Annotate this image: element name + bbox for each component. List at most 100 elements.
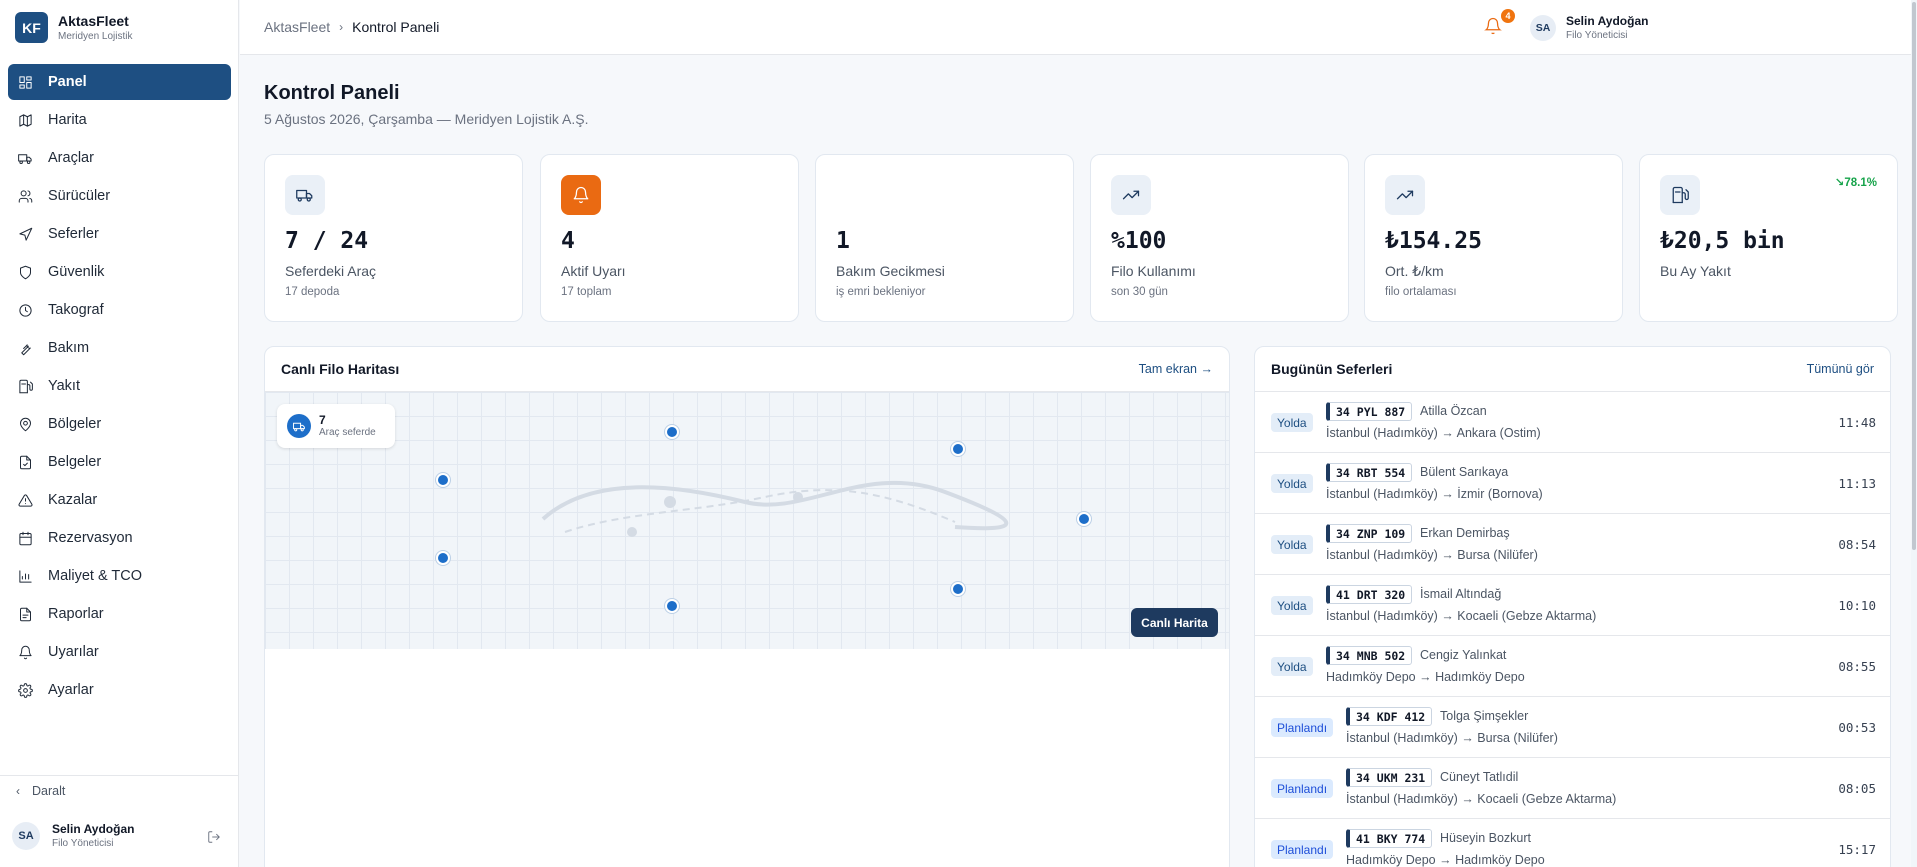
vehicles-on-trip-chip: 7 Araç seferde xyxy=(277,404,395,448)
sidebar-item-label: Rezervasyon xyxy=(48,530,133,546)
stat-card[interactable]: ₺154.25 Ort. ₺/km filo ortalaması xyxy=(1364,154,1623,322)
users-icon xyxy=(17,188,33,204)
trips-panel-title: Bugünün Seferleri xyxy=(1271,361,1393,377)
see-all-link[interactable]: Tümünü gör xyxy=(1807,362,1874,376)
topbar-user-menu[interactable]: SA Selin Aydoğan Filo Yöneticisi xyxy=(1530,14,1648,42)
sidebar-item-kazalar[interactable]: Kazalar xyxy=(8,482,231,518)
breadcrumb-current: Kontrol Paneli xyxy=(352,19,440,35)
sidebar-item-araçlar[interactable]: Araçlar xyxy=(8,140,231,176)
stat-subtext: iş emri bekleniyor xyxy=(836,286,926,298)
vehicles-on-trip-text: 7 Araç seferde xyxy=(319,413,376,439)
trip-driver: Hüseyin Bozkurt xyxy=(1440,831,1532,845)
stat-subtext: 17 toplam xyxy=(561,286,612,298)
vehicle-pin[interactable] xyxy=(436,473,450,487)
breadcrumb-root[interactable]: AktasFleet xyxy=(264,19,330,35)
sidebar-item-label: Maliyet & TCO xyxy=(48,568,143,584)
sidebar-item-maliyet-tco[interactable]: Maliyet & TCO xyxy=(8,558,231,594)
sidebar-item-sürücüler[interactable]: Sürücüler xyxy=(8,178,231,214)
avatar: SA xyxy=(1530,15,1556,41)
trip-row[interactable]: Planlandı 34 KDF 412 Tolga Şimşekler İstanb… xyxy=(1255,697,1890,758)
vehicles-on-trip-count: 7 xyxy=(319,413,326,427)
stat-label: Bakım Gecikmesi xyxy=(836,263,945,279)
trip-row[interactable]: Yolda 41 DRT 320 İsmail Altındağ İstanbul (… xyxy=(1255,575,1890,636)
sidebar-item-harita[interactable]: Harita xyxy=(8,102,231,138)
sidebar-item-label: Panel xyxy=(48,74,87,90)
trip-row[interactable]: Planlandı 41 BKY 774 Hüseyin Bozkurt Hadımk… xyxy=(1255,819,1890,867)
sidebar-item-raporlar[interactable]: Raporlar xyxy=(8,596,231,632)
vehicle-pin[interactable] xyxy=(1077,512,1091,526)
sidebar-item-rezervasyon[interactable]: Rezervasyon xyxy=(8,520,231,556)
dashboard-icon xyxy=(17,74,33,90)
fullscreen-link[interactable]: Tam ekran → xyxy=(1139,362,1213,376)
trip-row[interactable]: Yolda 34 RBT 554 Bülent Sarıkaya İstanbul (… xyxy=(1255,453,1890,514)
vehicles-on-trip-label: Araç seferde xyxy=(319,427,376,438)
brand[interactable]: KF AktasFleet Meridyen Lojistik xyxy=(15,12,132,43)
sidebar-item-label: Kazalar xyxy=(48,492,98,508)
logout-icon[interactable] xyxy=(207,830,221,844)
gear-icon xyxy=(17,682,33,698)
live-map-button[interactable]: Canlı Harita xyxy=(1131,608,1218,637)
sidebar-item-bölgeler[interactable]: Bölgeler xyxy=(8,406,231,442)
sidebar-item-panel[interactable]: Panel xyxy=(8,64,231,100)
chevron-left-icon: ‹ xyxy=(16,784,20,798)
sidebar-item-güvenlik[interactable]: Güvenlik xyxy=(8,254,231,290)
sidebar-item-bakım[interactable]: Bakım xyxy=(8,330,231,366)
trip-time: 10:10 xyxy=(1838,598,1876,613)
alert-triangle-icon xyxy=(17,492,33,508)
stat-trend: ↘78.1% xyxy=(1834,177,1877,189)
notifications-bell-icon[interactable] xyxy=(1484,17,1502,35)
trip-time: 08:54 xyxy=(1838,537,1876,552)
trip-status-badge: Yolda xyxy=(1271,657,1313,676)
trip-driver: Erkan Demirbaş xyxy=(1420,526,1510,540)
stat-card[interactable]: 7 / 24 Seferdeki Araç 17 depoda xyxy=(264,154,523,322)
sidebar-item-seferler[interactable]: Seferler xyxy=(8,216,231,252)
collapse-button[interactable]: ‹ Daralt xyxy=(16,784,65,798)
sidebar-item-ayarlar[interactable]: Ayarlar xyxy=(8,672,231,708)
page-scrollbar-thumb[interactable] xyxy=(1912,2,1916,550)
stat-label: Bu Ay Yakıt xyxy=(1660,263,1731,279)
vehicle-pin[interactable] xyxy=(665,425,679,439)
trip-driver: Cengiz Yalınkat xyxy=(1420,648,1507,662)
trip-row[interactable]: Yolda 34 ZNP 109 Erkan Demirbaş İstanbul (H… xyxy=(1255,514,1890,575)
notification-count-badge: 4 xyxy=(1501,9,1515,23)
trip-row[interactable]: Yolda 34 PYL 887 Atilla Özcan İstanbul (Had… xyxy=(1255,392,1890,453)
map-panel-header: Canlı Filo Haritası Tam ekran → xyxy=(265,347,1229,392)
stat-card[interactable]: %100 Filo Kullanımı son 30 gün xyxy=(1090,154,1349,322)
stat-subtext: 17 depoda xyxy=(285,286,340,298)
trip-status-badge: Yolda xyxy=(1271,413,1313,432)
trending-up-icon xyxy=(1385,175,1425,215)
vehicle-plate: 41 DRT 320 xyxy=(1326,585,1413,604)
brand-logo: KF xyxy=(15,12,48,43)
chevron-right-icon: › xyxy=(339,20,344,34)
sidebar-item-belgeler[interactable]: Belgeler xyxy=(8,444,231,480)
sidebar-item-yakıt[interactable]: Yakıt xyxy=(8,368,231,404)
trip-status-badge: Yolda xyxy=(1271,596,1313,615)
sidebar-item-label: Bakım xyxy=(48,340,90,356)
sidebar: KF AktasFleet Meridyen Lojistik Panel Har… xyxy=(0,0,239,867)
user-name: Selin Aydoğan xyxy=(52,822,135,836)
stat-card[interactable]: 1 Bakım Gecikmesi iş emri bekleniyor xyxy=(815,154,1074,322)
sidebar-divider xyxy=(0,775,239,776)
trip-route: İstanbul (Hadımköy) → Bursa (Nilüfer) xyxy=(1326,548,1538,562)
stat-card[interactable]: 4 Aktif Uyarı 17 toplam xyxy=(540,154,799,322)
stat-card[interactable]: ↘78.1% ₺20,5 bin Bu Ay Yakıt xyxy=(1639,154,1898,322)
stat-value: %100 xyxy=(1111,228,1167,254)
vehicle-pin[interactable] xyxy=(951,582,965,596)
map-canvas[interactable]: 7 Araç seferde Canlı Harita xyxy=(265,392,1229,649)
topbar: AktasFleet › Kontrol Paneli xyxy=(240,0,1917,55)
page-subtitle: 5 Ağustos 2026, Çarşamba — Meridyen Loji… xyxy=(264,111,589,127)
avatar[interactable]: SA xyxy=(12,822,40,850)
map-panel-title: Canlı Filo Haritası xyxy=(281,361,400,377)
vehicle-pin[interactable] xyxy=(951,442,965,456)
page-title: Kontrol Paneli xyxy=(264,82,400,104)
sidebar-item-takograf[interactable]: Takograf xyxy=(8,292,231,328)
stat-value: 1 xyxy=(836,228,850,254)
sidebar-item-uyarılar[interactable]: Uyarılar xyxy=(8,634,231,670)
trip-row[interactable]: Planlandı 34 UKM 231 Cüneyt Tatlıdil İstanb… xyxy=(1255,758,1890,819)
trip-route: Hadımköy Depo → Hadımköy Depo xyxy=(1346,853,1545,867)
vehicle-pin[interactable] xyxy=(436,551,450,565)
user-role: Filo Yöneticisi xyxy=(1566,30,1628,41)
stat-value: ₺154.25 xyxy=(1385,228,1482,254)
vehicle-pin[interactable] xyxy=(665,599,679,613)
trip-row[interactable]: Yolda 34 MNB 502 Cengiz Yalınkat Hadımköy D… xyxy=(1255,636,1890,697)
